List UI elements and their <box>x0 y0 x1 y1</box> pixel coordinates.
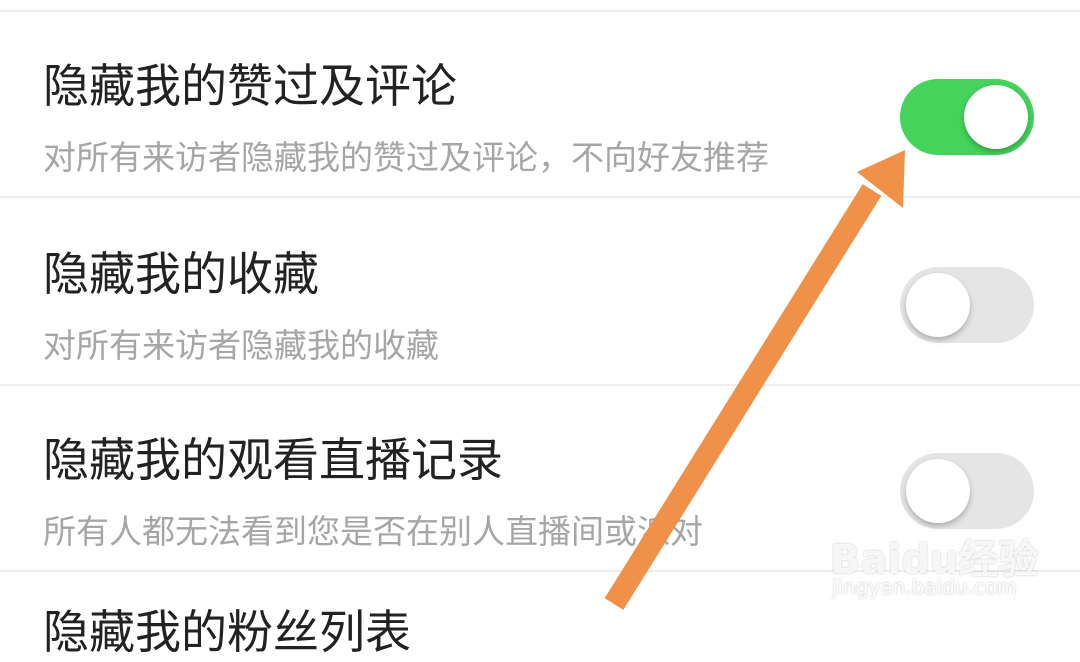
hide-likes-comments-toggle[interactable] <box>900 79 1034 155</box>
toggle-knob <box>964 85 1028 149</box>
setting-row-hide-favorites: 隐藏我的收藏 对所有来访者隐藏我的收藏 <box>0 200 1080 386</box>
setting-row-hide-live-history: 隐藏我的观看直播记录 所有人都无法看到您是否在别人直播间或派对 <box>0 386 1080 572</box>
row-divider <box>0 570 1080 572</box>
setting-description: 对所有来访者隐藏我的赞过及评论，不向好友推荐 <box>43 138 769 177</box>
hide-favorites-toggle[interactable] <box>900 267 1034 343</box>
setting-description: 所有人都无法看到您是否在别人直播间或派对 <box>43 512 703 551</box>
toggle-knob <box>906 273 970 337</box>
hide-live-history-toggle[interactable] <box>900 453 1034 529</box>
setting-row-hide-followers: 隐藏我的粉丝列表 <box>0 574 1080 659</box>
setting-row-hide-likes-comments: 隐藏我的赞过及评论 对所有来访者隐藏我的赞过及评论，不向好友推荐 <box>0 12 1080 198</box>
toggle-knob <box>906 459 970 523</box>
setting-title: 隐藏我的粉丝列表 <box>43 605 411 659</box>
setting-title: 隐藏我的收藏 <box>43 247 319 301</box>
setting-title: 隐藏我的观看直播记录 <box>43 433 503 487</box>
setting-description: 对所有来访者隐藏我的收藏 <box>43 326 439 365</box>
row-divider <box>0 196 1080 198</box>
setting-title: 隐藏我的赞过及评论 <box>43 59 457 113</box>
